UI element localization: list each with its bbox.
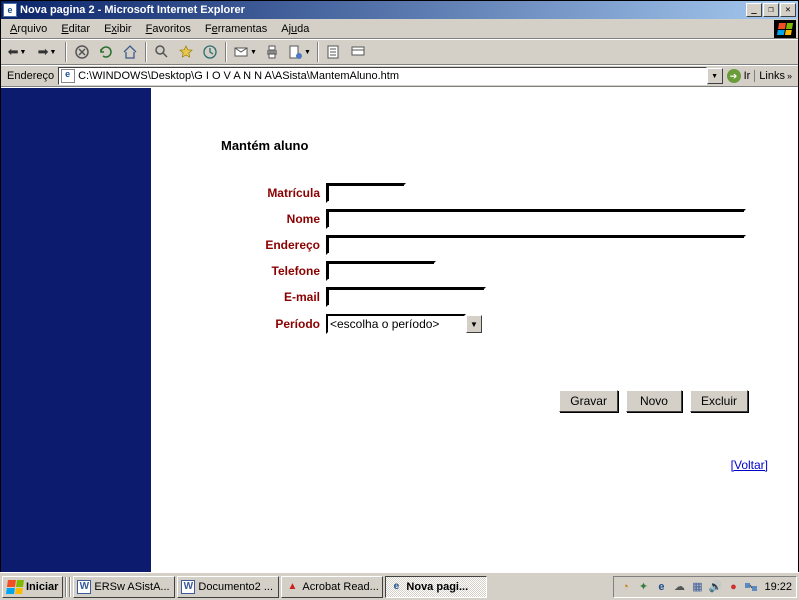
forward-button[interactable]: ➡▼ <box>33 41 61 63</box>
taskbar-item-word2[interactable]: W Documento2 ... <box>177 576 279 598</box>
tray-icon-2[interactable]: ✦ <box>636 580 650 594</box>
menu-exibir[interactable]: Exibir <box>97 21 139 37</box>
minimize-button[interactable]: _ <box>746 3 762 17</box>
word-icon: W <box>181 580 195 594</box>
tray-icon-4[interactable]: ☁ <box>672 580 686 594</box>
edit-button[interactable]: ▼ <box>285 41 313 63</box>
menu-ferramentas[interactable]: Ferramentas <box>198 21 274 37</box>
address-dropdown-button[interactable]: ▼ <box>707 68 723 84</box>
mail-button[interactable]: ▼ <box>231 41 259 63</box>
input-telefone[interactable] <box>326 261 436 281</box>
menubar: Arquivo Editar Exibir Favoritos Ferramen… <box>1 19 798 39</box>
label-endereco: Endereço <box>171 238 326 252</box>
go-button[interactable]: ➔ Ir <box>723 69 755 83</box>
toolbar: ⬅▼ ➡▼ ▼ ▼ <box>1 39 798 65</box>
address-value: C:\WINDOWS\Desktop\G I O V A N N A\ASist… <box>78 70 399 82</box>
select-periodo[interactable]: <escolha o período> ▼ <box>326 313 482 335</box>
links-section[interactable]: Links » <box>754 70 796 82</box>
address-input[interactable]: C:\WINDOWS\Desktop\G I O V A N N A\ASist… <box>58 67 706 85</box>
window-title: Nova pagina 2 - Microsoft Internet Explo… <box>20 4 746 16</box>
page-title: Mantém aluno <box>221 138 778 153</box>
tray-icon-5[interactable]: ▦ <box>690 580 704 594</box>
select-periodo-value: <escolha o período> <box>326 314 466 334</box>
word-icon: W <box>77 580 91 594</box>
go-icon: ➔ <box>727 69 741 83</box>
label-nome: Nome <box>171 212 326 226</box>
ie-icon: e <box>389 580 403 594</box>
refresh-button[interactable] <box>95 41 117 63</box>
systray: ◔ ✦ e ☁ ▦ 🔊 ● 19:22 <box>613 576 797 598</box>
chevron-down-icon[interactable]: ▼ <box>466 315 482 333</box>
label-telefone: Telefone <box>171 264 326 278</box>
close-button[interactable]: ✕ <box>780 3 796 17</box>
search-button[interactable] <box>151 41 173 63</box>
tray-icon-8[interactable] <box>744 580 758 594</box>
tray-icon-7[interactable]: ● <box>726 580 740 594</box>
taskbar-item-acrobat[interactable]: ▲ Acrobat Read... <box>281 576 383 598</box>
menu-editar[interactable]: Editar <box>54 21 97 37</box>
windows-logo-icon <box>774 20 796 38</box>
favorites-button[interactable] <box>175 41 197 63</box>
addressbar: Endereço C:\WINDOWS\Desktop\G I O V A N … <box>1 65 798 87</box>
back-button[interactable]: ⬅▼ <box>3 41 31 63</box>
excluir-button[interactable]: Excluir <box>690 390 748 412</box>
history-button[interactable] <box>199 41 221 63</box>
print-button[interactable] <box>261 41 283 63</box>
acrobat-icon: ▲ <box>285 580 299 594</box>
ie-icon: e <box>3 3 17 17</box>
restore-button[interactable]: ❐ <box>763 3 779 17</box>
address-label: Endereço <box>3 70 58 82</box>
input-nome[interactable] <box>326 209 746 229</box>
label-matricula: Matrícula <box>171 186 326 200</box>
messenger-button[interactable] <box>347 41 369 63</box>
novo-button[interactable]: Novo <box>626 390 682 412</box>
page-content: Mantém aluno Matrícula Nome Endereço Tel… <box>1 87 798 577</box>
page-icon <box>61 69 75 83</box>
input-matricula[interactable] <box>326 183 406 203</box>
form-area: Mantém aluno Matrícula Nome Endereço Tel… <box>151 88 798 577</box>
label-periodo: Período <box>171 317 326 331</box>
stop-button[interactable] <box>71 41 93 63</box>
input-endereco[interactable] <box>326 235 746 255</box>
taskbar: Iniciar W ERSw ASistA... W Documento2 ..… <box>0 572 799 600</box>
menu-arquivo[interactable]: Arquivo <box>3 21 54 37</box>
start-button[interactable]: Iniciar <box>2 576 63 598</box>
windows-start-icon <box>6 580 24 594</box>
taskbar-item-word1[interactable]: W ERSw ASistA... <box>73 576 175 598</box>
tray-icon-3[interactable]: e <box>654 580 668 594</box>
voltar-link[interactable]: [Voltar] <box>731 458 768 472</box>
taskbar-item-ie-active[interactable]: e Nova pagi... <box>385 576 487 598</box>
menu-ajuda[interactable]: Ajuda <box>274 21 316 37</box>
clock[interactable]: 19:22 <box>762 581 792 593</box>
tray-icon-6[interactable]: 🔊 <box>708 580 722 594</box>
discuss-button[interactable] <box>323 41 345 63</box>
ie-window: e Nova pagina 2 - Microsoft Internet Exp… <box>0 0 799 598</box>
input-email[interactable] <box>326 287 486 307</box>
titlebar: e Nova pagina 2 - Microsoft Internet Exp… <box>1 1 798 19</box>
gravar-button[interactable]: Gravar <box>559 390 618 412</box>
home-button[interactable] <box>119 41 141 63</box>
sidebar-blue <box>1 88 151 577</box>
menu-favoritos[interactable]: Favoritos <box>139 21 198 37</box>
tray-icon-1[interactable]: ◔ <box>618 580 632 594</box>
label-email: E-mail <box>171 290 326 304</box>
